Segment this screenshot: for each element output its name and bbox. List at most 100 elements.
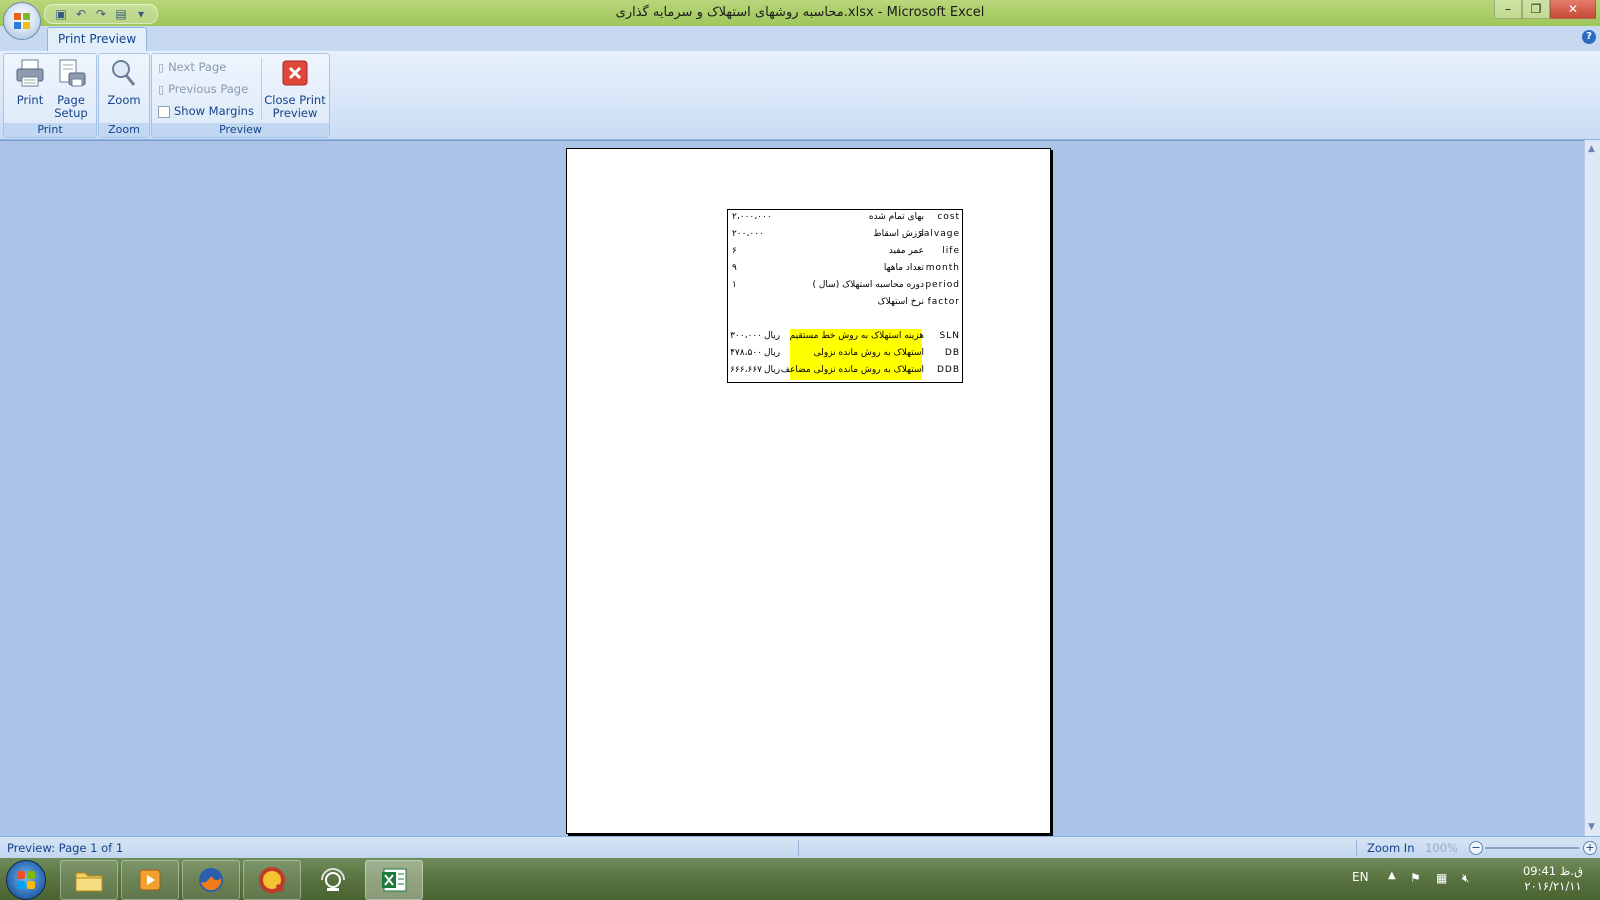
close-preview-label-2: Preview [272, 106, 318, 120]
row-key: SLN [939, 331, 960, 341]
help-icon[interactable]: ? [1582, 30, 1596, 44]
page-setup-label-2: Setup [54, 106, 88, 120]
zoom-slider[interactable] [1485, 847, 1579, 849]
row-label: استهلاک به روش مانده نزولی مضاعف [780, 365, 924, 375]
close-window-button[interactable]: ✕ [1550, 0, 1596, 19]
show-hidden-icons-icon[interactable]: ▲ [1388, 870, 1396, 881]
network-tray-icon[interactable]: ▦ [1436, 871, 1450, 885]
preview-group-label: Preview [152, 123, 329, 137]
title-bar: ▣ ↶ ↷ ▤ ▾ محاسبه روشهای استهلاک و سرمایه… [0, 0, 1600, 26]
next-page-label: Next Page [168, 60, 227, 74]
show-margins-checkbox[interactable]: Show Margins [158, 102, 254, 121]
row-key: month [925, 263, 960, 273]
row-key: DB [944, 348, 960, 358]
previous-page-icon: ▯ [158, 83, 165, 96]
zoom-button[interactable]: Zoom [103, 57, 145, 107]
minimize-button[interactable]: – [1494, 0, 1522, 19]
preview-page-status: Preview: Page 1 of 1 [7, 841, 124, 855]
row-unit: ریال [764, 348, 781, 358]
table-row: نرخ استهلاک factor [728, 295, 962, 312]
system-tray: EN ▲ ⚑ ▦ 🔇︎ ق.ظ 09:41 ۲۰۱۶/۲۱/۱۱ [1340, 858, 1600, 900]
taskbar-media-player[interactable] [121, 860, 179, 900]
zoom-controls: Zoom In 100% − + [1357, 837, 1600, 859]
window-title: محاسبه روشهای استهلاک و سرمایه گذاری.xls… [615, 5, 985, 20]
row-label: استهلاک به روش مانده نزولی [813, 348, 924, 358]
taskbar-firefox[interactable] [182, 860, 240, 900]
row-value: ۴۷۸،۵۰۰ [730, 348, 762, 358]
taskbar-network[interactable] [304, 860, 362, 900]
row-value: ۲۰۰،۰۰۰ [732, 229, 764, 239]
scroll-up-icon[interactable]: ▲ [1588, 144, 1595, 154]
folder-icon [75, 872, 103, 892]
zoom-button-label: Zoom [107, 93, 141, 107]
row-label: هزینه استهلاک به روش خط مستقیم [789, 331, 924, 341]
preview-group: ▯ Next Page ▯ Previous Page Show Margins… [151, 53, 330, 138]
zoom-out-icon[interactable]: − [1469, 841, 1483, 855]
magnifier-icon [112, 60, 136, 86]
page-setup-button[interactable]: Page Setup [50, 57, 92, 120]
page-setup-icon [59, 59, 86, 87]
ribbon: Print Page Setup Print Zoom Zoom ▯ Next … [0, 51, 1600, 140]
previous-page-button[interactable]: ▯ Previous Page [158, 80, 248, 99]
clock[interactable]: ق.ظ 09:41 ۲۰۱۶/۲۱/۱۱ [1508, 864, 1598, 894]
scroll-down-icon[interactable]: ▼ [1588, 822, 1595, 832]
tab-print-preview[interactable]: Print Preview [47, 27, 148, 51]
print-button[interactable]: Print [10, 57, 50, 107]
restore-button[interactable]: ❐ [1522, 0, 1550, 19]
quicktime-icon [259, 867, 285, 893]
excel-icon [382, 868, 407, 892]
preview-page: ۲،۰۰۰،۰۰۰ بهای تمام شده cost ۲۰۰،۰۰۰ ارز… [566, 148, 1051, 834]
row-label: نرخ استهلاک [877, 297, 924, 307]
clock-time: ق.ظ 09:41 [1522, 864, 1584, 878]
office-logo-icon [14, 13, 30, 29]
taskbar-quicktime[interactable] [243, 860, 301, 900]
sheet-table: ۲،۰۰۰،۰۰۰ بهای تمام شده cost ۲۰۰،۰۰۰ ارز… [727, 209, 963, 383]
network-icon [321, 868, 345, 891]
row-label: ارزش اسقاط [873, 229, 924, 239]
office-button[interactable] [3, 2, 41, 40]
print-button-label: Print [16, 93, 44, 107]
start-button[interactable] [6, 860, 46, 900]
volume-muted-icon[interactable]: 🔇︎ [1462, 871, 1476, 885]
previous-page-label: Previous Page [168, 82, 249, 96]
window-controls: – ❐ ✕ [1494, 0, 1596, 19]
firefox-icon [199, 868, 223, 892]
close-print-preview-button[interactable]: Close Print Preview [262, 57, 328, 120]
status-separator [798, 840, 799, 856]
row-key: cost [937, 212, 960, 222]
print-group-label: Print [4, 123, 96, 137]
row-value: ۶۶۶،۶۶۷ [730, 365, 762, 375]
show-margins-label: Show Margins [174, 104, 254, 118]
row-key: period [925, 280, 960, 290]
row-key: DDB [936, 365, 960, 375]
row-label: دوره محاسبه استهلاک (سال ) [812, 280, 925, 290]
row-value: ۹ [732, 263, 737, 273]
row-label: بهای تمام شده [868, 212, 924, 222]
zoom-in-icon[interactable]: + [1583, 841, 1597, 855]
taskbar-explorer[interactable] [60, 860, 118, 900]
status-bar: Preview: Page 1 of 1 Zoom In 100% − + [0, 836, 1600, 859]
row-value: ۲،۰۰۰،۰۰۰ [732, 212, 772, 222]
table-row: ۶ عمر مفید life [728, 244, 962, 261]
media-player-icon [139, 869, 161, 891]
table-row: ۶۶۶،۶۶۷ ریال استهلاک به روش مانده نزولی … [728, 363, 962, 380]
language-indicator[interactable]: EN [1352, 870, 1369, 884]
next-page-button[interactable]: ▯ Next Page [158, 58, 226, 77]
windows-logo-icon [17, 871, 35, 889]
table-row: ۴۷۸،۵۰۰ ریال استهلاک به روش مانده نزولی … [728, 346, 962, 363]
taskbar-excel[interactable] [365, 860, 423, 900]
row-label: عمر مفید [888, 246, 924, 256]
close-red-icon [282, 60, 308, 86]
table-row: ۲،۰۰۰،۰۰۰ بهای تمام شده cost [728, 210, 962, 227]
zoom-percent: 100% [1425, 841, 1458, 855]
table-row: ۹ تعداد ماهها month [728, 261, 962, 278]
printer-icon [16, 59, 44, 87]
zoom-in-label[interactable]: Zoom In [1367, 841, 1415, 855]
show-margins-check-icon [158, 105, 170, 118]
zoom-group-label: Zoom [99, 123, 149, 137]
action-center-flag-icon[interactable]: ⚑ [1410, 871, 1424, 885]
clock-date: ۲۰۱۶/۲۱/۱۱ [1524, 879, 1582, 893]
row-key: salvage [918, 229, 960, 239]
row-value: ۱ [732, 280, 737, 290]
vertical-scrollbar[interactable]: ▲ ▼ [1584, 140, 1600, 836]
